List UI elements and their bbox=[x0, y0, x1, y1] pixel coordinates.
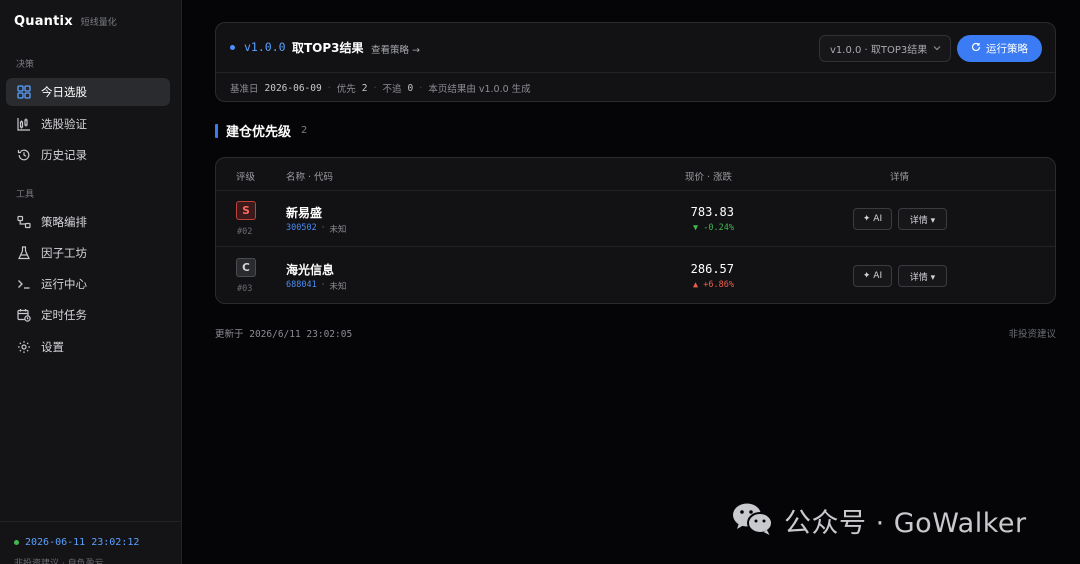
calendar-clock-icon bbox=[16, 308, 31, 323]
sidebar-item-label: 策略编排 bbox=[41, 215, 87, 229]
stock-change: ▲ +6.86% bbox=[693, 280, 734, 290]
skip-label: 不追 bbox=[382, 84, 402, 95]
grade-badge: S bbox=[236, 201, 256, 220]
header-price-change: 现价 · 涨跌 bbox=[685, 172, 733, 183]
header-grade: 评级 bbox=[236, 172, 256, 183]
strategy-select-value: v1.0.0 · 取TOP3结果 bbox=[830, 45, 928, 56]
stock-price: 783.83 bbox=[690, 205, 734, 219]
refresh-icon bbox=[971, 42, 981, 55]
flask-icon bbox=[16, 246, 31, 261]
brand-name: Quantix bbox=[14, 14, 73, 29]
header-detail: 详情 bbox=[890, 172, 910, 183]
stock-name: 新易盛 bbox=[286, 206, 323, 220]
grid-icon bbox=[16, 85, 31, 100]
rank-number: #03 bbox=[237, 284, 253, 294]
history-icon bbox=[16, 148, 31, 163]
detail-button[interactable]: 详情 ▾ bbox=[898, 208, 947, 230]
generated-note: 本页结果由 v1.0.0 生成 bbox=[428, 84, 531, 95]
sidebar-item-label: 定时任务 bbox=[41, 308, 87, 322]
section-label-decision: 决策 bbox=[16, 60, 35, 70]
table-row[interactable]: C #03 海光信息 688041 · 未知 286.57 ▲ +6.86% ✦… bbox=[216, 248, 1055, 304]
footer-time-text: 2026-06-11 23:02:12 bbox=[25, 537, 140, 548]
sidebar: Quantix 短线量化 决策 今日选股 选股验证 历史记录 工具 策略编排 因… bbox=[0, 0, 182, 564]
sidebar-item-label: 因子工坊 bbox=[41, 246, 87, 260]
meta-separator: · bbox=[321, 223, 325, 233]
stock-name: 海光信息 bbox=[286, 263, 335, 277]
version-dot-icon bbox=[230, 45, 235, 50]
gear-icon bbox=[16, 340, 31, 355]
priority-value: 2 bbox=[361, 82, 368, 94]
meta-separator: · bbox=[373, 82, 377, 94]
run-strategy-button[interactable]: 运行策略 bbox=[957, 35, 1042, 62]
stock-meta: 300502 · 未知 bbox=[286, 223, 346, 235]
meta-separator: · bbox=[419, 82, 423, 94]
meta-separator: · bbox=[327, 82, 331, 94]
status-dot-icon bbox=[14, 540, 19, 545]
sidebar-item-label: 设置 bbox=[41, 340, 64, 354]
skip-value: 0 bbox=[407, 82, 414, 94]
sidebar-item-label: 运行中心 bbox=[41, 277, 87, 291]
stock-change: ▼ -0.24% bbox=[693, 223, 734, 233]
detail-button[interactable]: 详情 ▾ bbox=[898, 265, 947, 287]
sidebar-item-verify[interactable]: 选股验证 bbox=[6, 110, 170, 138]
chart-candle-icon bbox=[16, 117, 31, 132]
strategy-card: v1.0.0 取TOP3结果 查看策略 → v1.0.0 · 取TOP3结果 运… bbox=[215, 22, 1056, 102]
strategy-select[interactable]: v1.0.0 · 取TOP3结果 bbox=[819, 35, 951, 62]
section-title: 建仓优先级 2 bbox=[215, 121, 307, 140]
grade-badge: C bbox=[236, 258, 256, 277]
stock-code[interactable]: 688041 bbox=[286, 280, 317, 292]
chevron-down-icon bbox=[932, 43, 942, 56]
table-header: 评级 名称 · 代码 现价 · 涨跌 详情 bbox=[216, 158, 1055, 191]
sidebar-item-label: 历史记录 bbox=[41, 148, 87, 162]
disclaimer: 非投资建议 bbox=[1008, 329, 1056, 340]
workflow-icon bbox=[16, 215, 31, 230]
stock-code[interactable]: 300502 bbox=[286, 223, 317, 235]
footer-timestamp: 2026-06-11 23:02:12 bbox=[14, 537, 139, 548]
ai-button[interactable]: ✦ AI bbox=[853, 265, 892, 287]
table-row[interactable]: S #02 新易盛 300502 · 未知 783.83 ▼ -0.24% ✦ … bbox=[216, 191, 1055, 247]
ai-button[interactable]: ✦ AI bbox=[853, 208, 892, 230]
meta-separator: · bbox=[321, 280, 325, 290]
watermark-text: 公众号 · GoWalker bbox=[784, 508, 1027, 539]
section-accent-bar bbox=[215, 123, 218, 138]
stock-price: 286.57 bbox=[690, 262, 734, 276]
sidebar-item-label: 选股验证 bbox=[41, 117, 87, 131]
sidebar-footer: 2026-06-11 23:02:12 非投资建议 · 自负盈亏 bbox=[0, 521, 182, 564]
stock-tag: 未知 bbox=[329, 225, 347, 235]
base-date-value: 2026-06-09 bbox=[264, 82, 322, 94]
priority-table: 评级 名称 · 代码 现价 · 涨跌 详情 S #02 新易盛 300502 ·… bbox=[215, 157, 1056, 304]
brand-subtitle: 短线量化 bbox=[80, 18, 117, 28]
sidebar-item-strategy-editor[interactable]: 策略编排 bbox=[6, 208, 170, 236]
priority-label: 优先 bbox=[336, 84, 356, 95]
strategy-header: v1.0.0 取TOP3结果 查看策略 → v1.0.0 · 取TOP3结果 运… bbox=[216, 23, 1055, 73]
base-date-label: 基准日 bbox=[230, 84, 259, 95]
stock-meta: 688041 · 未知 bbox=[286, 280, 346, 292]
view-strategy-link[interactable]: 查看策略 → bbox=[371, 42, 420, 56]
header-name-code: 名称 · 代码 bbox=[286, 172, 334, 183]
wechat-logo-icon bbox=[732, 502, 774, 540]
section-count: 2 bbox=[301, 125, 308, 136]
run-strategy-label: 运行策略 bbox=[986, 43, 1028, 55]
sidebar-item-factor-workshop[interactable]: 因子工坊 bbox=[6, 239, 170, 267]
terminal-icon bbox=[16, 277, 31, 292]
strategy-version: v1.0.0 bbox=[244, 40, 286, 54]
footer-note: 非投资建议 · 自负盈亏 bbox=[14, 559, 104, 564]
brand[interactable]: Quantix 短线量化 bbox=[14, 14, 117, 29]
section-label-tools: 工具 bbox=[16, 190, 35, 200]
sidebar-item-scheduled-tasks[interactable]: 定时任务 bbox=[6, 301, 170, 329]
sidebar-item-today-picks[interactable]: 今日选股 bbox=[6, 78, 170, 106]
strategy-title: 取TOP3结果 bbox=[292, 41, 364, 55]
stock-tag: 未知 bbox=[329, 282, 347, 292]
sidebar-item-history[interactable]: 历史记录 bbox=[6, 141, 170, 169]
sidebar-item-label: 今日选股 bbox=[41, 85, 87, 99]
updated-timestamp: 更新于 2026/6/11 23:02:05 bbox=[215, 329, 353, 340]
sidebar-item-settings[interactable]: 设置 bbox=[6, 333, 170, 361]
strategy-meta: 基准日 2026-06-09 · 优先 2 · 不追 0 · 本页结果由 v1.… bbox=[230, 81, 531, 96]
rank-number: #02 bbox=[237, 227, 253, 237]
section-title-text: 建仓优先级 bbox=[226, 125, 292, 140]
sidebar-item-run-center[interactable]: 运行中心 bbox=[6, 270, 170, 298]
watermark: 公众号 · GoWalker bbox=[732, 501, 1027, 540]
